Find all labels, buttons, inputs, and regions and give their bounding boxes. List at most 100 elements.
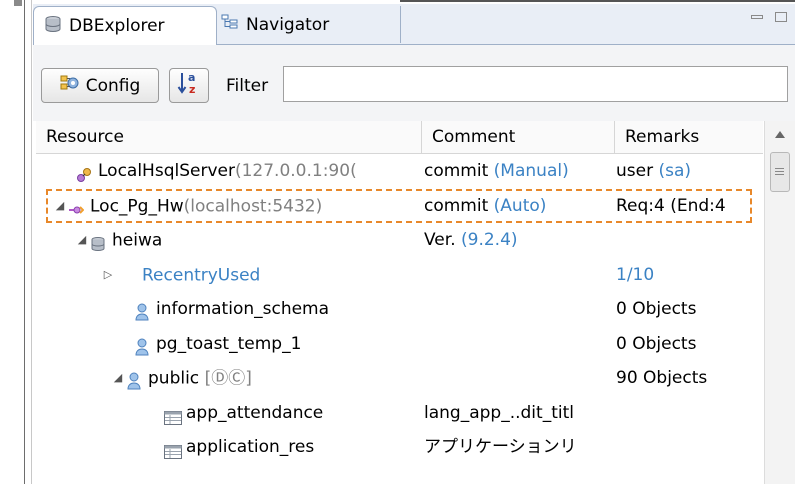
comment-cell: commit (Manual) (424, 154, 613, 189)
comment-cell (424, 258, 613, 293)
comment-cell: アプリケーションリ (424, 437, 577, 457)
table-row[interactable]: ▷ RecentryUsed 1/10 (36, 258, 763, 293)
edge-line-inner (31, 0, 32, 484)
top-edge-line (400, 0, 795, 2)
resource-cell: LocalHsqlServer(127.0.0.1:90( (36, 154, 457, 189)
resource-name: pg_toast_temp_1 (156, 333, 302, 354)
schema-icon (134, 299, 150, 321)
resource-name: RecentryUsed (142, 264, 261, 285)
server-icon (76, 161, 92, 182)
navigator-icon (221, 13, 239, 36)
resource-host: (127.0.0.1:90( (234, 161, 357, 181)
resource-name: Loc_Pg_Hw (90, 195, 184, 216)
comment-cell (424, 361, 613, 396)
resource-name: LocalHsqlServer (98, 161, 235, 181)
edge-marker (14, 0, 22, 6)
comment-cell (424, 327, 613, 362)
view-tab-bar: DBExplorer Navigator (33, 4, 795, 45)
table-header: Resource Comment Remarks (36, 121, 763, 154)
table-row[interactable]: information_schema 0 Objects (36, 292, 763, 327)
database-icon (90, 230, 106, 252)
collapsed-arrow-icon[interactable]: ▷ (102, 258, 114, 293)
table-row-selected[interactable]: ◢ Loc_Pg_Hw(localhost:5432) commit (Auto)… (36, 188, 763, 224)
resource-cell: ◢ Loc_Pg_Hw(localhost:5432) (36, 189, 437, 224)
expanded-arrow-icon[interactable]: ◢ (54, 189, 66, 224)
version-number: (9.2.4) (461, 230, 518, 250)
table-rows: LocalHsqlServer(127.0.0.1:90( commit (Ma… (36, 154, 763, 465)
filter-label: Filter (226, 76, 269, 96)
toolbar: Config az Filter (33, 45, 795, 121)
remarks-cell (616, 223, 763, 258)
expanded-arrow-icon[interactable]: ◢ (76, 223, 88, 258)
table-row[interactable]: ◢ public [ⒹⒸ] 90 Objects (36, 361, 763, 396)
schema-icon (134, 334, 150, 355)
tab-dbexplorer[interactable]: DBExplorer (33, 6, 217, 45)
expanded-arrow-icon[interactable]: ◢ (112, 361, 124, 396)
tab-navigator-label: Navigator (246, 14, 330, 35)
remarks-cell (616, 430, 763, 465)
minimize-icon[interactable] (751, 15, 763, 19)
resource-cell: ◢ heiwa (36, 223, 459, 258)
table-row[interactable]: pg_toast_temp_1 0 Objects (36, 327, 763, 362)
remarks-cell: 1/10 (616, 264, 655, 285)
remarks-cell: 0 Objects (616, 333, 697, 354)
remarks-cell (616, 396, 763, 431)
table-row[interactable]: LocalHsqlServer(127.0.0.1:90( commit (Ma… (36, 154, 763, 189)
dbexplorer-view: DBExplorer Navigator Config az Filter Re… (33, 4, 795, 484)
remarks-cell: 90 Objects (616, 368, 708, 388)
resource-tree-table: Resource Comment Remarks LocalHsqlServer… (36, 121, 795, 484)
comment-cell: Ver. (9.2.4) (424, 223, 613, 258)
config-icon (60, 74, 80, 97)
remarks-cell: Req:4 (End:4 (616, 189, 763, 224)
remarks-cell: user (sa) (616, 154, 763, 189)
table-row[interactable]: ◢ heiwa Ver. (9.2.4) (36, 223, 763, 258)
resource-name: app_attendance (186, 402, 324, 423)
database-icon (44, 15, 62, 38)
schema-flags: [ⒹⒸ] (204, 368, 252, 389)
comment-mode: (Manual) (493, 161, 569, 181)
comment-mode: (Auto) (493, 195, 547, 216)
column-header-comment[interactable]: Comment (422, 121, 615, 153)
remarks-text: Req:4 (End:4 (616, 195, 726, 216)
grip-line (775, 168, 784, 169)
comment-text: Ver. (424, 230, 462, 250)
remarks-text: user (616, 161, 659, 181)
comment-cell: lang_app_..dit_titl (424, 402, 574, 423)
resource-cell: ▷ RecentryUsed (36, 258, 485, 293)
resource-name: heiwa (112, 230, 163, 251)
resource-name: public (148, 368, 205, 389)
comment-cell (424, 292, 613, 327)
resource-name: information_schema (156, 299, 330, 319)
resource-host: (localhost:5432) (183, 195, 323, 216)
comment-cell: commit (Auto) (424, 189, 613, 224)
edge-line (24, 0, 25, 484)
comment-text: commit (424, 161, 494, 181)
scroll-up-arrow-icon[interactable] (775, 131, 785, 138)
tab-dbexplorer-label: DBExplorer (69, 16, 165, 36)
maximize-icon[interactable] (775, 12, 787, 22)
resource-name: application_res (186, 437, 315, 457)
grip-line (775, 174, 784, 175)
schema-icon (126, 368, 142, 390)
server-icon (68, 196, 85, 214)
table-icon (164, 403, 182, 425)
vertical-scrollbar[interactable] (764, 121, 795, 484)
column-header-resource[interactable]: Resource (36, 121, 422, 153)
remarks-cell: 0 Objects (616, 299, 697, 319)
comment-text: commit (424, 195, 494, 216)
config-button-label: Config (85, 75, 141, 96)
table-row[interactable]: application_res アプリケーションリ (36, 430, 763, 465)
table-row[interactable]: app_attendance lang_app_..dit_titl (36, 396, 763, 431)
tab-navigator[interactable]: Navigator (211, 6, 401, 43)
table-icon (164, 437, 182, 459)
sort-button[interactable]: az (169, 68, 209, 103)
filter-input[interactable] (283, 66, 788, 102)
sort-az-icon: az (176, 70, 202, 101)
left-window-edge (0, 0, 33, 484)
scrollbar-thumb[interactable] (770, 152, 790, 192)
grip-line (775, 171, 784, 172)
column-header-remarks[interactable]: Remarks (615, 121, 763, 153)
svg-text:z: z (189, 83, 195, 96)
config-button[interactable]: Config (41, 68, 159, 103)
view-window-controls (751, 12, 787, 22)
